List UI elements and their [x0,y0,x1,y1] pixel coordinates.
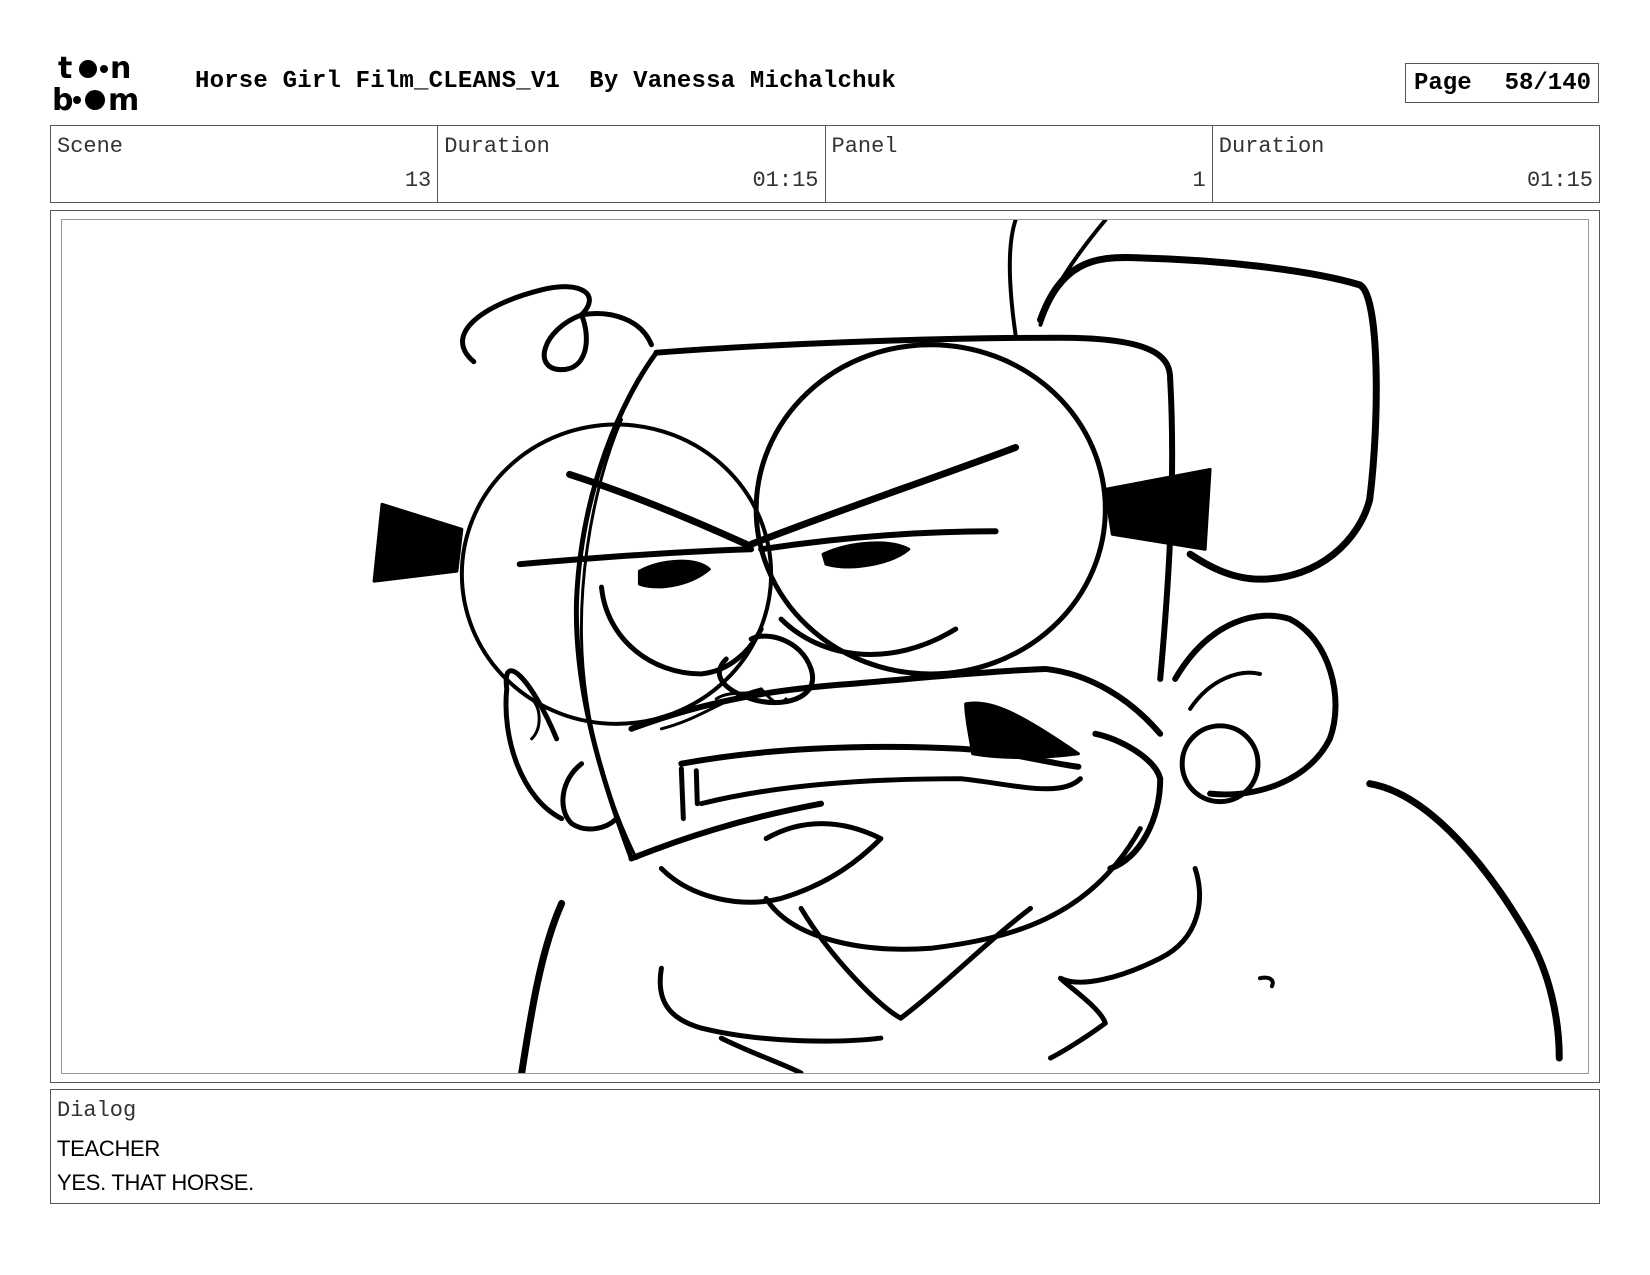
collar-left [657,965,884,1044]
shirt-right [1047,865,1203,1061]
panel-duration-label: Duration [1218,134,1325,159]
dialog-box: Dialog TEACHER YES. THAT HORSE. [50,1089,1600,1204]
page-label: Page [1414,69,1472,97]
front-teeth [678,766,700,822]
dialog-speaker: TEACHER [57,1136,161,1161]
ear-left [503,668,565,822]
project-title: Horse Girl Film_CLEANS_V1 [195,68,561,95]
eye-bag-left [599,584,764,677]
chin-lower [763,826,1143,952]
scene-cell: Scene 13 [51,126,439,202]
collar-v [798,905,904,1021]
shirt-mark [1257,975,1275,989]
page-indicator: Page 58/140 [1405,63,1599,103]
eye-line-left [516,546,755,568]
pencil-line-1 [1007,220,1018,337]
scene-duration-cell: Duration 01:15 [438,126,826,202]
scene-duration-label: Duration [444,134,550,159]
scene-duration-value: 01:15 [752,168,819,193]
panel-image-area [61,219,1589,1074]
angry-teacher-sketch [372,220,1563,1073]
shirt-bottom-line [718,1035,804,1073]
dialog-text: TEACHER YES. THAT HORSE. [57,1132,254,1200]
brow-left [566,470,750,548]
hair-bun [1037,253,1380,583]
glasses-arm-right [1103,467,1212,551]
svg-text:m: m [108,83,139,114]
ear-right-inner [1188,670,1262,711]
hair-curl-line [460,284,592,365]
author-credit: By Vanessa Michalchuk [589,68,896,95]
panel-label: Panel [831,134,898,159]
panel-cell: Panel 1 [826,126,1213,202]
dialog-line: YES. THAT HORSE. [57,1170,254,1195]
dialog-label: Dialog [57,1098,137,1123]
scene-label: Scene [57,134,124,159]
lower-lip-left [628,800,825,862]
panel-duration-value: 01:15 [1526,168,1593,193]
toon-boom-logo-icon: t n b m [52,52,139,114]
lower-mouth [698,776,1083,807]
pupil-right [821,541,911,569]
svg-text:t: t [58,52,72,86]
document-title: Horse Girl Film_CLEANS_V1 By Vanessa Mic… [195,68,896,95]
upper-lip [628,665,1164,737]
collar-right [898,905,1034,1021]
storyboard-panel [50,210,1600,1083]
pupil-left [637,559,711,589]
hair-curl-tail [579,311,654,348]
hair-curl-loop [541,312,589,373]
page-number: 58/140 [1504,69,1591,97]
scene-info-row: Scene 13 Duration 01:15 Panel 1 Duration… [50,125,1600,203]
panel-duration-cell: Duration 01:15 [1213,126,1599,202]
panel-value: 1 [1192,168,1206,193]
svg-text:b: b [52,83,73,114]
scene-value: 13 [404,168,432,193]
svg-text:n: n [110,52,131,86]
shoulder-right [1366,780,1563,1062]
toon-boom-logo: t n b m [52,52,164,114]
glasses-right-lens [753,342,1108,677]
earring [1179,723,1261,805]
glasses-arm-left [372,502,464,583]
neck-left [518,899,566,1073]
